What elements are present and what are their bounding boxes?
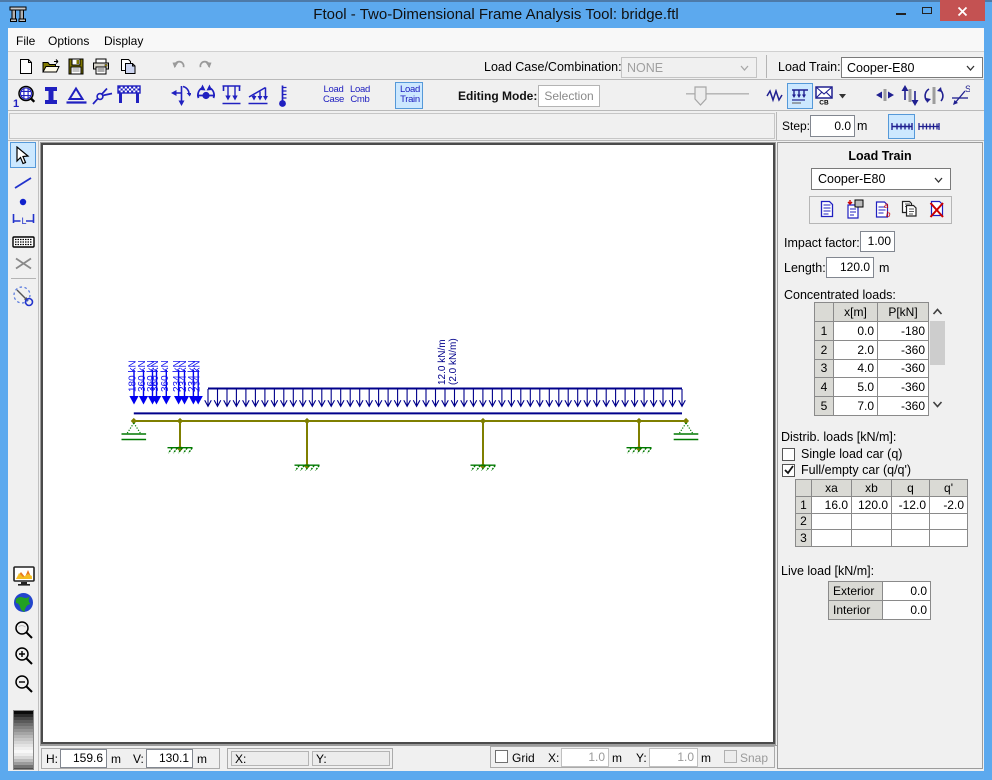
svg-text:L: L — [22, 216, 27, 226]
svg-text:12.0 kN/m: 12.0 kN/m — [437, 339, 448, 385]
svg-text:1: 1 — [13, 98, 19, 108]
svg-text:360 kN: 360 kN — [160, 360, 171, 392]
svg-text:234 kN: 234 kN — [192, 360, 203, 392]
svg-text:(2.0 kN/m): (2.0 kN/m) — [448, 338, 459, 385]
svg-text:CB: CB — [819, 100, 829, 106]
svg-text:a: a — [884, 201, 889, 210]
svg-text:S: S — [965, 84, 970, 94]
svg-text:b: b — [886, 210, 891, 219]
